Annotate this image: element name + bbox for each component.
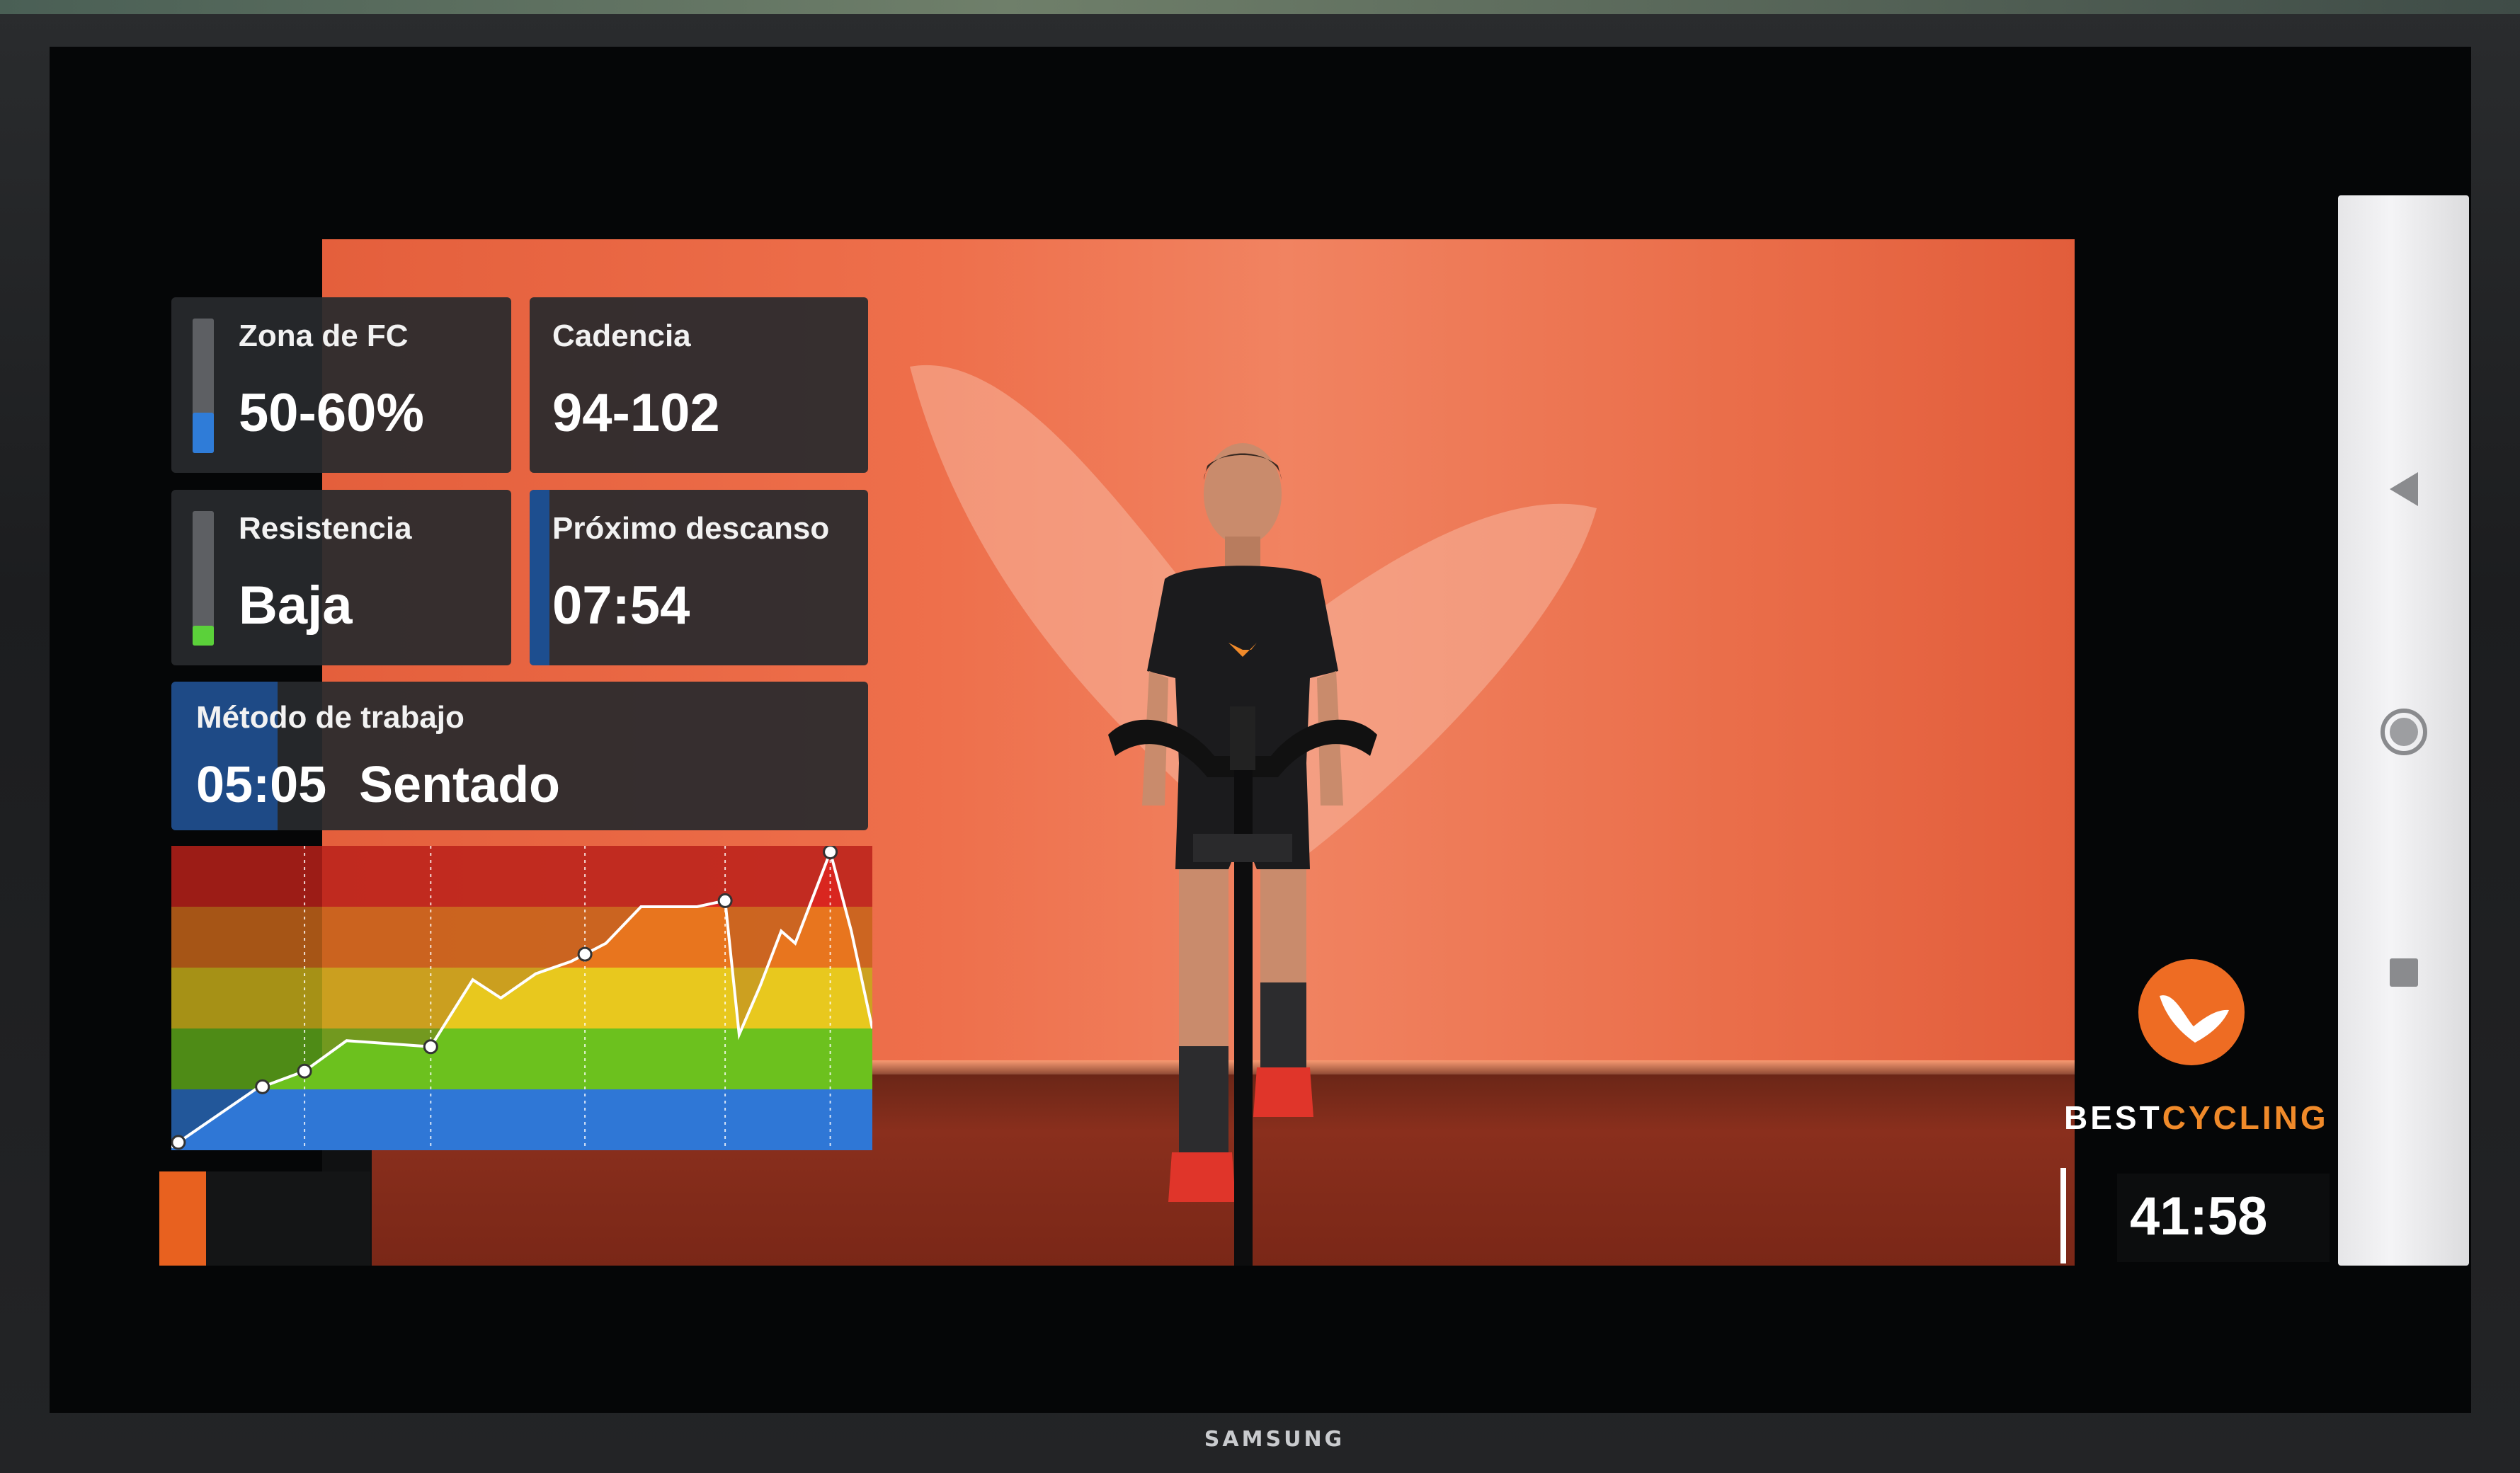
resistance-level-bar xyxy=(193,511,214,646)
timeline-cursor xyxy=(2060,1168,2066,1263)
segment-marker-7 xyxy=(823,846,838,860)
cadence-label: Cadencia xyxy=(552,319,691,353)
progress-indicator xyxy=(159,1171,206,1266)
cadence-value: 94-102 xyxy=(552,383,720,443)
android-nav-bar xyxy=(2338,195,2469,1266)
tv-brand: SAMSUNG xyxy=(1204,1427,1345,1452)
hr-zone-label: Zona de FC xyxy=(239,319,409,353)
back-button[interactable] xyxy=(2338,454,2469,525)
hr-zone-value: 50-60% xyxy=(239,383,424,443)
recents-button[interactable] xyxy=(2338,937,2469,1008)
segment-marker-4 xyxy=(423,1039,438,1055)
cadence-card: Cadencia 94-102 xyxy=(530,297,868,473)
wordmark-cycling: CYCLING xyxy=(2162,1099,2329,1136)
resistance-value: Baja xyxy=(239,575,353,636)
next-rest-label: Próximo descanso xyxy=(552,511,830,546)
resistance-label: Resistencia xyxy=(239,511,412,546)
time-remaining: 41:58 xyxy=(2130,1186,2268,1246)
segment-marker-5 xyxy=(577,946,593,962)
work-method-time: 05:05 xyxy=(196,757,327,813)
work-method-card: Método de trabajo 05:05 Sentado xyxy=(171,682,868,830)
home-button[interactable] xyxy=(2338,697,2469,767)
bestcycling-logo xyxy=(2138,959,2245,1065)
segment-marker-2 xyxy=(255,1079,270,1094)
work-method-position: Sentado xyxy=(359,757,561,813)
profile-fill-1 xyxy=(171,1089,872,1150)
resistance-card: Resistencia Baja xyxy=(171,490,511,665)
next-rest-value: 07:54 xyxy=(552,575,690,636)
bestcycling-w-icon xyxy=(2160,995,2229,1043)
progress-track xyxy=(206,1171,370,1266)
wall-background xyxy=(0,0,2520,14)
back-triangle-icon xyxy=(2389,472,2418,506)
segment-marker-1 xyxy=(171,1135,186,1150)
home-circle-icon xyxy=(2380,709,2427,755)
next-rest-accent xyxy=(530,490,549,665)
hr-zone-level-bar xyxy=(193,319,214,453)
bestcycling-wordmark: BESTCYCLING xyxy=(2064,1099,2329,1137)
wordmark-best: BEST xyxy=(2064,1099,2162,1136)
segment-marker-6 xyxy=(717,893,733,908)
resistance-level-fill xyxy=(193,625,214,646)
next-rest-card: Próximo descanso 07:54 xyxy=(530,490,868,665)
recents-square-icon xyxy=(2389,958,2418,987)
segment-marker-3 xyxy=(297,1063,312,1079)
intensity-profile-chart xyxy=(171,846,872,1150)
hr-zone-card: Zona de FC 50-60% xyxy=(171,297,511,473)
instructor-figure xyxy=(1108,443,1377,1266)
hr-zone-level-fill xyxy=(193,413,214,453)
work-method-label: Método de trabajo xyxy=(196,700,464,735)
